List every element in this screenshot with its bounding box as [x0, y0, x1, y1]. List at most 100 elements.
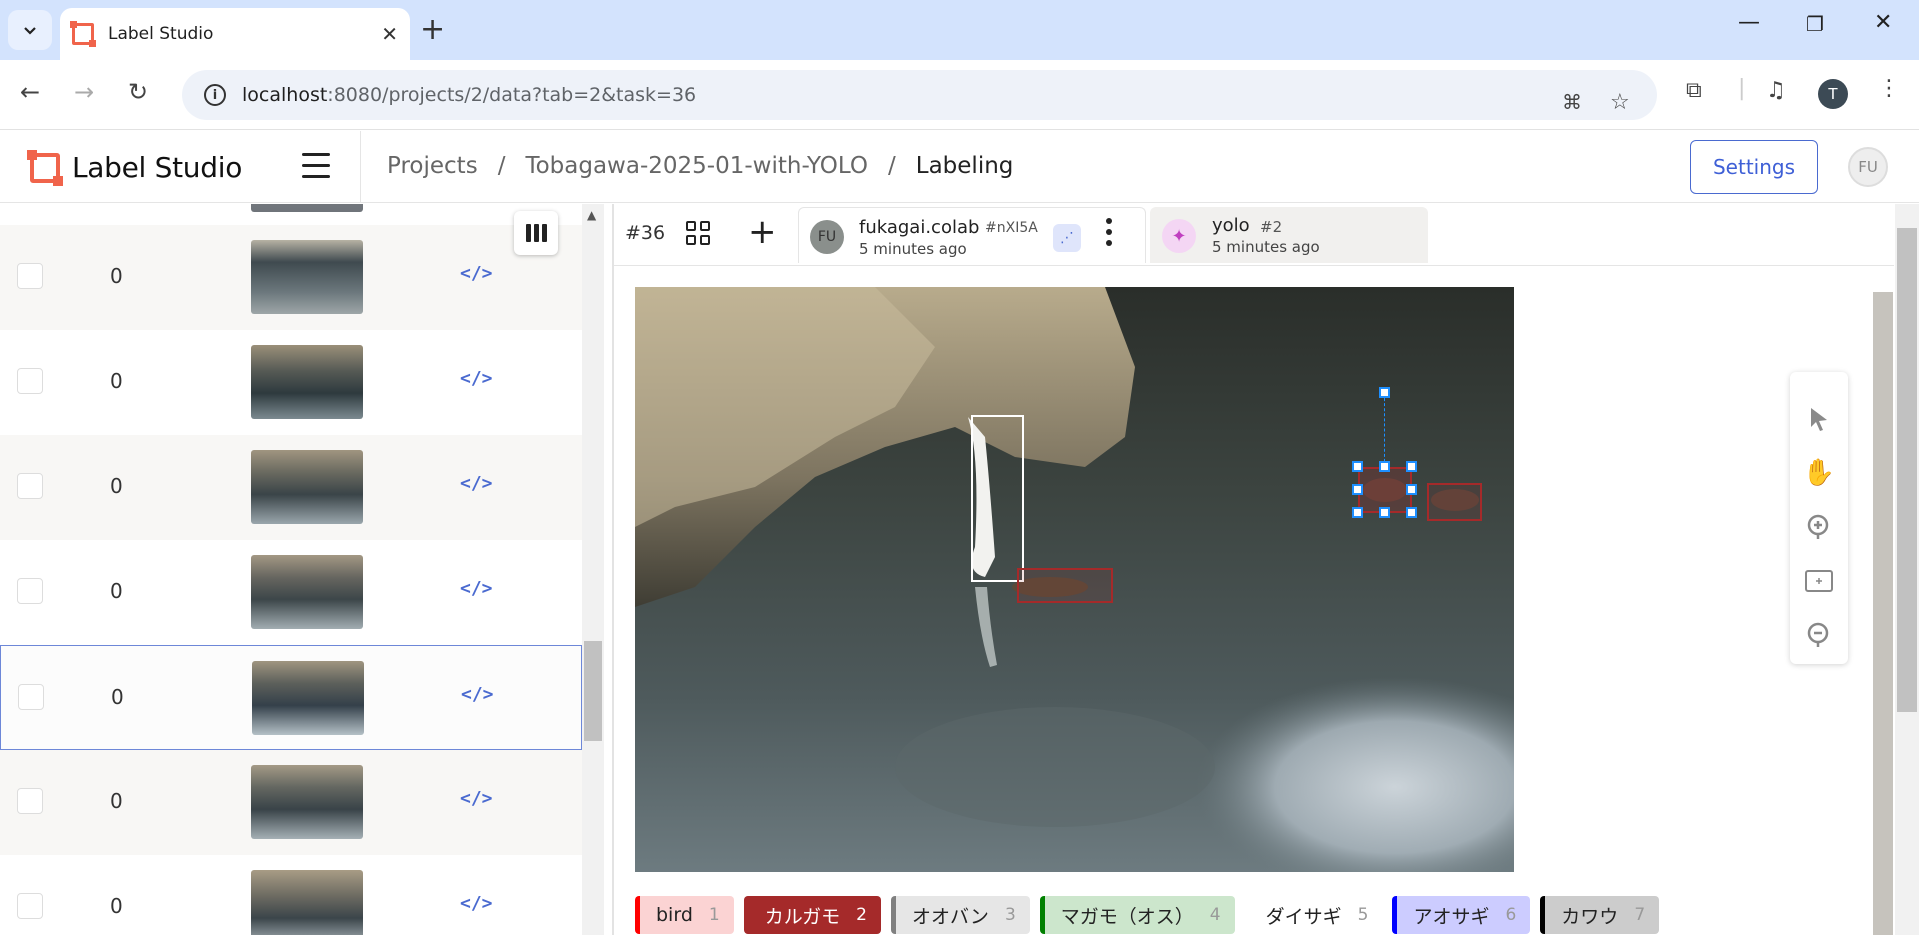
row-checkbox[interactable]	[17, 263, 43, 289]
address-bar[interactable]: i localhost:8080/projects/2/data?tab=2&t…	[182, 70, 1657, 120]
label-chip-kawau[interactable]: カワウ 7	[1540, 896, 1660, 934]
label-chip-karugamo[interactable]: カルガモ 2	[743, 896, 881, 934]
zoom-in-icon[interactable]	[1804, 512, 1834, 542]
app-logo-text: Label Studio	[72, 151, 243, 184]
row-checkbox[interactable]	[17, 368, 43, 394]
breadcrumb: Projects / Tobagawa-2025-01-with-YOLO / …	[387, 153, 1013, 179]
annotation-count: 0	[110, 474, 123, 498]
translate-icon[interactable]: ⌘	[1562, 90, 1582, 114]
reload-icon[interactable]: ↻	[128, 78, 148, 106]
annotation-count: 0	[110, 369, 123, 393]
label-name: アオサギ	[1413, 905, 1490, 928]
label-hotkey: 4	[1209, 905, 1221, 925]
prediction-tab[interactable]: ✦ yolo #2 5 minutes ago	[1150, 207, 1428, 263]
tab-search-button[interactable]	[8, 10, 52, 50]
row-checkbox[interactable]	[17, 473, 43, 499]
annotation-tab[interactable]: FU fukagai.colab #nXI5A 5 minutes ago ⋰	[798, 207, 1146, 263]
table-row[interactable]: 0 </>	[0, 750, 582, 855]
scroll-up-arrow-icon[interactable]: ▲	[587, 208, 596, 222]
back-icon[interactable]: ←	[20, 78, 40, 106]
label-chip-daisagi[interactable]: ダイサギ 5	[1244, 896, 1383, 934]
breadcrumb-projects[interactable]: Projects	[387, 153, 478, 179]
more-options-icon[interactable]	[1106, 218, 1112, 251]
settings-button[interactable]: Settings	[1690, 140, 1818, 194]
breadcrumb-labeling: Labeling	[915, 153, 1014, 179]
task-thumbnail	[252, 661, 364, 735]
label-hotkey: 3	[1004, 905, 1016, 925]
table-row[interactable]: 0 </>	[0, 435, 582, 540]
bbox-karugamo[interactable]	[1427, 483, 1482, 521]
label-hotkey: 7	[1634, 905, 1646, 925]
label-chip-bird[interactable]: bird 1	[635, 896, 734, 934]
table-row[interactable]: 0 </>	[0, 855, 582, 935]
prediction-time: 5 minutes ago	[1212, 238, 1320, 256]
row-checkbox[interactable]	[17, 893, 43, 919]
extensions-icon[interactable]: ⧉	[1686, 78, 1702, 103]
label-chip-oban[interactable]: オオバン 3	[890, 896, 1030, 934]
table-row-selected[interactable]: 0 </>	[0, 645, 582, 750]
columns-toggle-button[interactable]	[514, 211, 558, 255]
label-studio-favicon-icon	[70, 21, 96, 47]
hand-pan-icon[interactable]: ✋	[1803, 458, 1835, 488]
forward-icon[interactable]: →	[74, 78, 94, 106]
prediction-id: #2	[1260, 218, 1283, 236]
hamburger-menu-icon[interactable]	[302, 153, 330, 186]
resize-handle[interactable]	[1352, 484, 1363, 495]
table-row[interactable]: 0 </>	[0, 540, 582, 645]
code-view-icon[interactable]: </>	[461, 684, 494, 705]
task-list-scroll-thumb[interactable]	[584, 641, 602, 741]
label-chip-magamo[interactable]: マガモ（オス） 4	[1039, 896, 1235, 934]
breadcrumb-separator: /	[497, 153, 506, 179]
row-checkbox[interactable]	[17, 788, 43, 814]
user-avatar[interactable]: FU	[1848, 147, 1888, 187]
resize-handle[interactable]	[1379, 461, 1390, 472]
profile-avatar[interactable]: T	[1818, 79, 1848, 109]
zoom-out-icon[interactable]	[1804, 620, 1834, 650]
code-view-icon[interactable]: </>	[460, 893, 493, 914]
resize-handle[interactable]	[1379, 507, 1390, 518]
task-thumbnail	[251, 555, 363, 629]
close-tab-icon[interactable]: ✕	[381, 22, 398, 46]
label-name: マガモ（オス）	[1060, 905, 1194, 928]
label-chip-aosagi[interactable]: アオサギ 6	[1392, 896, 1531, 934]
resize-handle[interactable]	[1406, 507, 1417, 518]
select-pointer-icon[interactable]	[1804, 404, 1834, 434]
bbox-karugamo[interactable]	[1017, 568, 1113, 603]
code-view-icon[interactable]: </>	[460, 788, 493, 809]
code-view-icon[interactable]: </>	[460, 473, 493, 494]
minimize-icon[interactable]: —	[1738, 10, 1760, 35]
page-scroll-thumb[interactable]	[1897, 228, 1917, 712]
annotation-type-icon: ⋰	[1053, 224, 1081, 252]
add-annotation-icon[interactable]: +	[748, 212, 777, 252]
browser-menu-icon[interactable]: ⋮	[1878, 76, 1900, 101]
task-list-scrollbar[interactable]	[582, 204, 604, 935]
restore-icon[interactable]: ❐	[1806, 12, 1824, 36]
browser-tab[interactable]: Label Studio ✕	[60, 8, 410, 60]
window-close-icon[interactable]: ✕	[1874, 10, 1892, 35]
fit-to-screen-icon[interactable]	[1804, 566, 1834, 596]
code-view-icon[interactable]: </>	[460, 578, 493, 599]
media-controls-icon[interactable]: ♫	[1766, 78, 1786, 103]
label-name: オオバン	[911, 905, 989, 928]
canvas-scroll-thumb[interactable]	[1873, 292, 1893, 935]
resize-handle[interactable]	[1406, 484, 1417, 495]
table-row[interactable]: 0 </>	[0, 330, 582, 435]
code-view-icon[interactable]: </>	[460, 263, 493, 284]
row-checkbox[interactable]	[18, 684, 44, 710]
table-row[interactable]: 0 </>	[0, 225, 582, 330]
code-view-icon[interactable]: </>	[460, 368, 493, 389]
resize-handle[interactable]	[1352, 507, 1363, 518]
rotation-handle[interactable]	[1379, 387, 1390, 398]
breadcrumb-project[interactable]: Tobagawa-2025-01-with-YOLO	[525, 153, 868, 179]
row-checkbox[interactable]	[17, 578, 43, 604]
resize-handle[interactable]	[1406, 461, 1417, 472]
bookmark-star-icon[interactable]: ☆	[1610, 90, 1630, 115]
grid-view-icon[interactable]	[686, 221, 710, 245]
bbox-daisagi[interactable]	[971, 415, 1024, 582]
app-logo[interactable]: Label Studio	[27, 149, 243, 186]
task-image[interactable]	[635, 287, 1514, 872]
canvas-tools-panel: ✋	[1790, 372, 1848, 664]
site-info-icon[interactable]: i	[204, 84, 226, 106]
new-tab-icon[interactable]: +	[420, 12, 445, 47]
resize-handle[interactable]	[1352, 461, 1363, 472]
